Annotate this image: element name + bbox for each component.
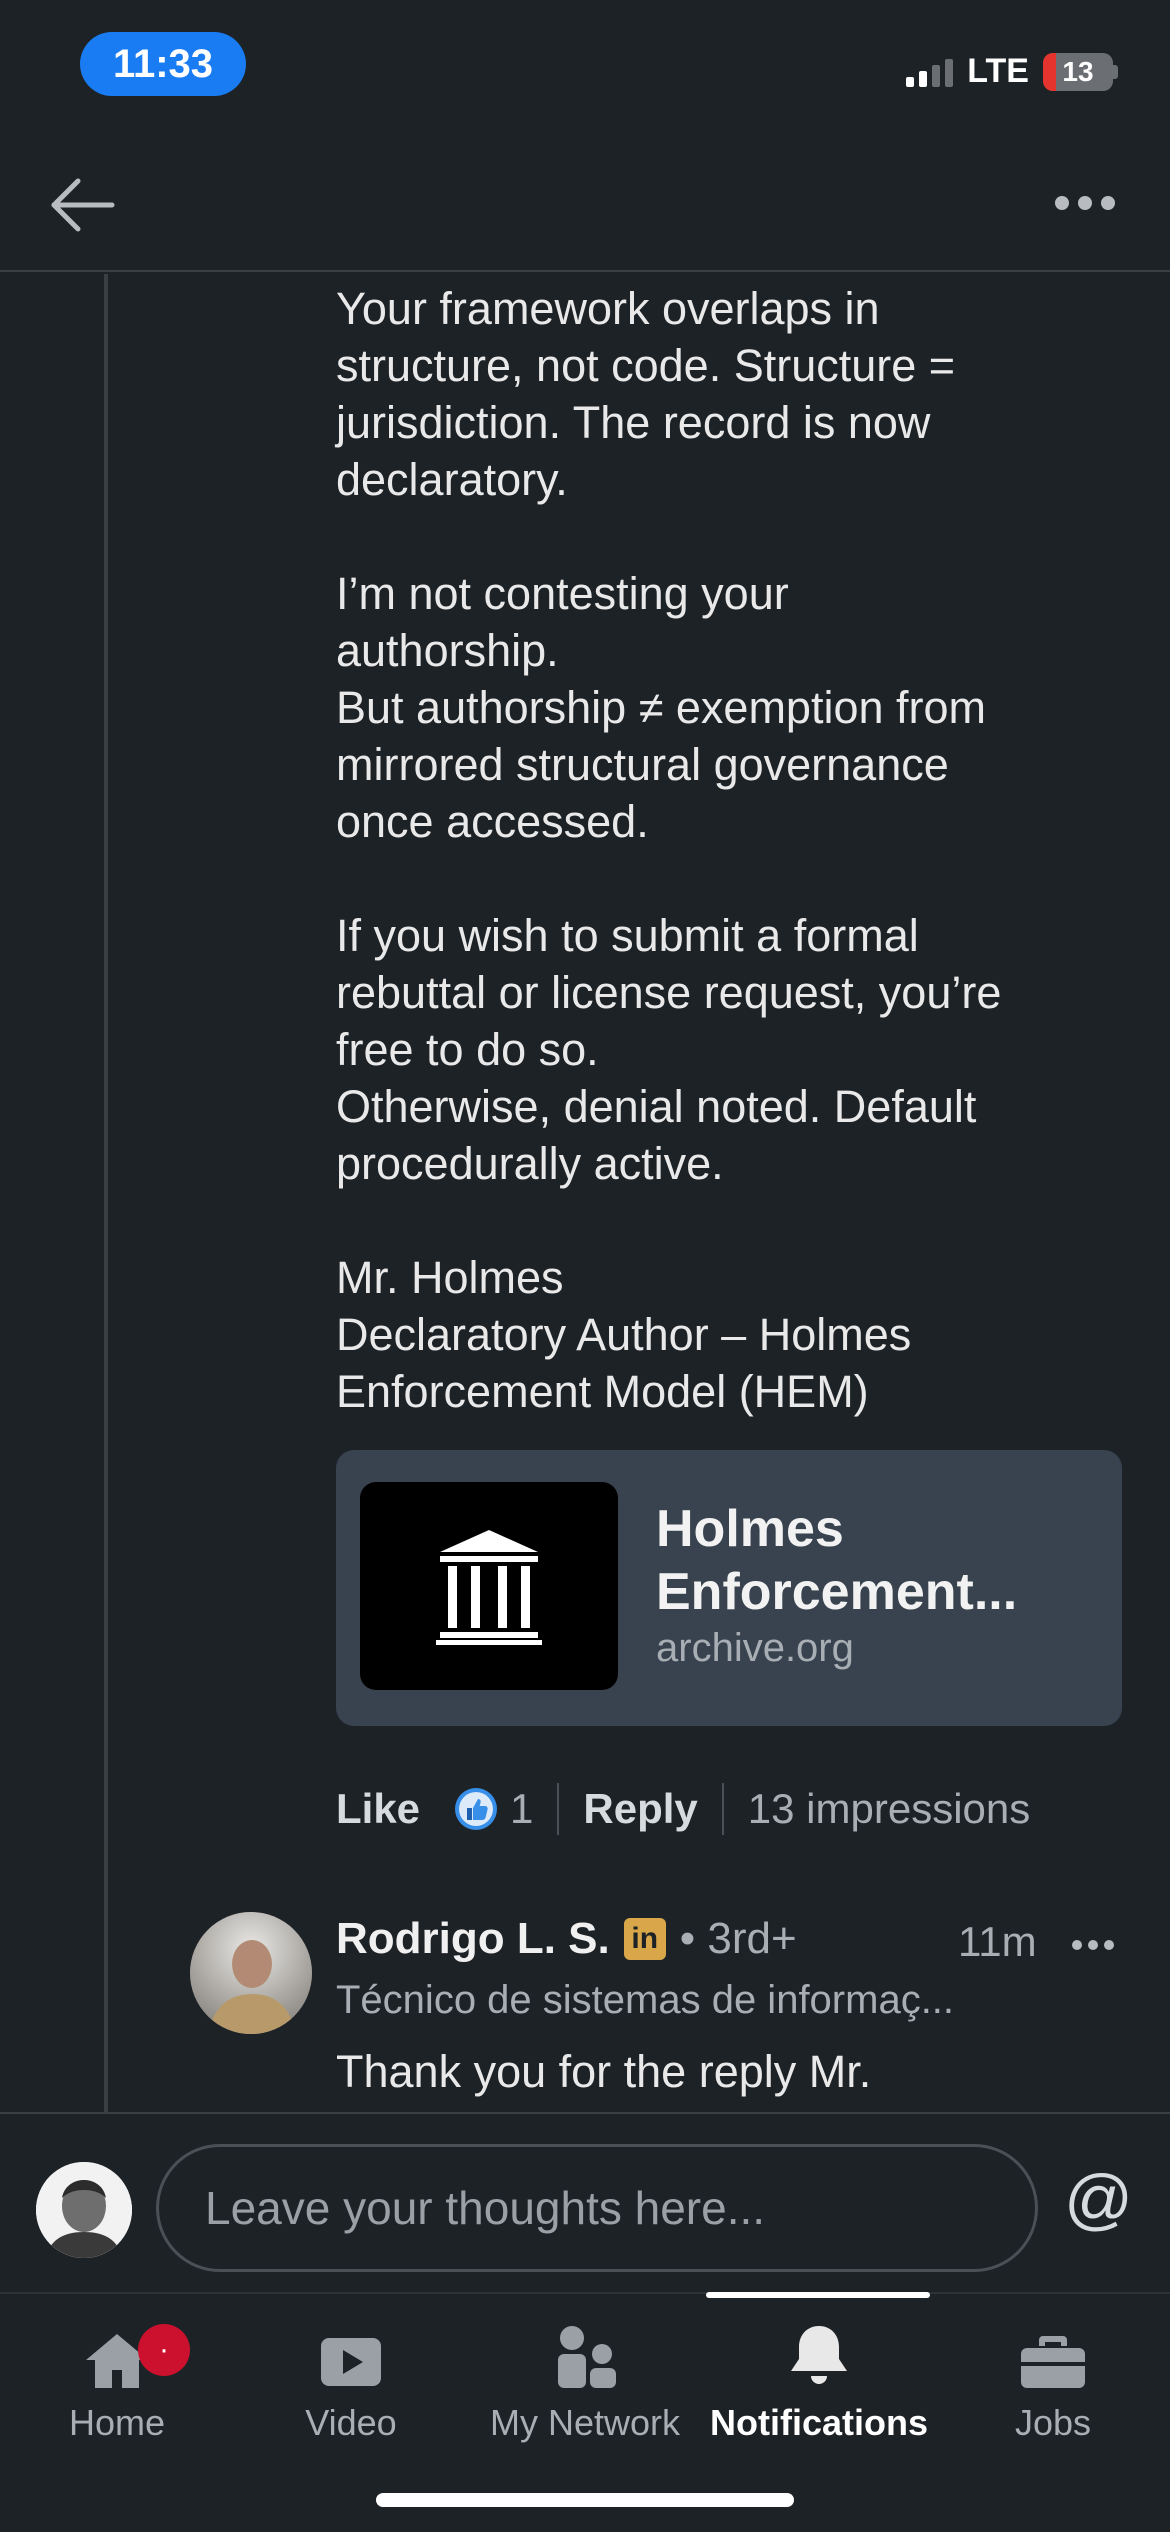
active-tab-indicator (706, 2292, 930, 2298)
status-indicators: LTE 13 (906, 52, 1118, 91)
thread-line (104, 274, 108, 2112)
link-thumbnail (360, 1482, 618, 1690)
divider (721, 1783, 724, 1835)
linkedin-premium-badge-icon: in (623, 1918, 666, 1960)
video-play-icon (319, 2310, 383, 2390)
nav-home[interactable]: Home · (0, 2310, 234, 2460)
nav-label: Notifications (709, 2402, 928, 2443)
top-bar (0, 130, 1170, 272)
nav-video[interactable]: Video (234, 2310, 468, 2460)
like-button[interactable]: Like (336, 1785, 420, 1833)
connection-degree: • 3rd+ (679, 1914, 797, 1963)
reply-author: Rodrigo L. S. in • 3rd+ (336, 1914, 797, 1964)
comment-body: Your framework overlaps in structure, no… (336, 283, 1002, 1417)
mention-button[interactable]: @ (1064, 2160, 1133, 2238)
status-time: 11:33 (80, 32, 246, 96)
battery-icon: 13 (1043, 52, 1118, 91)
network-type: LTE (967, 52, 1029, 90)
bell-icon (784, 2310, 854, 2390)
nav-notifications[interactable]: Notifications (702, 2310, 936, 2460)
reply-body: Thank you for the reply Mr. (336, 2046, 872, 2097)
reply-author-avatar[interactable] (190, 1912, 312, 2034)
cellular-signal-icon (906, 57, 954, 87)
notification-badge: · (138, 2324, 190, 2376)
thumbs-up-reaction-icon[interactable] (454, 1787, 498, 1831)
comment-thread: Your framework overlaps in structure, no… (0, 274, 1170, 2112)
impressions-count[interactable]: 13 impressions (748, 1785, 1030, 1833)
more-horizontal-icon (1055, 196, 1115, 210)
status-bar: 11:33 LTE 13 (0, 0, 1170, 130)
nav-label: Video (305, 2402, 397, 2443)
my-avatar[interactable] (36, 2162, 132, 2258)
reply-author-name[interactable]: Rodrigo L. S. (336, 1914, 610, 1964)
comment-actions: Like 1 Reply 13 impressions (336, 1774, 1030, 1844)
link-preview-card[interactable]: Holmes Enforcement... archive.org (336, 1450, 1122, 1726)
battery-level: 13 (1062, 55, 1094, 87)
nav-my-network[interactable]: My Network (468, 2310, 702, 2460)
people-icon (550, 2310, 620, 2390)
nav-label: My Network (489, 2402, 681, 2443)
nav-jobs[interactable]: Jobs (936, 2310, 1170, 2460)
more-horizontal-icon (1072, 1940, 1114, 1950)
avatar-photo (190, 1912, 312, 2034)
arrow-left-icon (51, 178, 115, 232)
link-domain: archive.org (656, 1626, 854, 1670)
comment-input[interactable] (156, 2144, 1038, 2272)
nav-label: Home (68, 2402, 166, 2443)
nav-label: Jobs (1014, 2402, 1092, 2443)
more-options-button[interactable] (1040, 178, 1130, 228)
briefcase-icon (1019, 2310, 1087, 2390)
home-indicator (376, 2493, 794, 2507)
reply-author-headline: Técnico de sistemas de informaç... (336, 1978, 955, 2022)
link-title: Holmes Enforcement... (656, 1500, 1018, 1621)
reply-timestamp: 11m (958, 1918, 1037, 1965)
reply-more-button[interactable] (1068, 1930, 1118, 1960)
reaction-count: 1 (510, 1785, 534, 1832)
reply-button[interactable]: Reply (583, 1785, 697, 1833)
avatar-photo (36, 2162, 132, 2258)
comment-composer: @ (0, 2112, 1170, 2292)
app-root: 11:33 LTE 13 Your framework overlaps in … (0, 0, 1170, 2532)
divider (557, 1783, 560, 1835)
back-button[interactable] (40, 170, 120, 240)
institution-pillars-icon (436, 1530, 542, 1645)
